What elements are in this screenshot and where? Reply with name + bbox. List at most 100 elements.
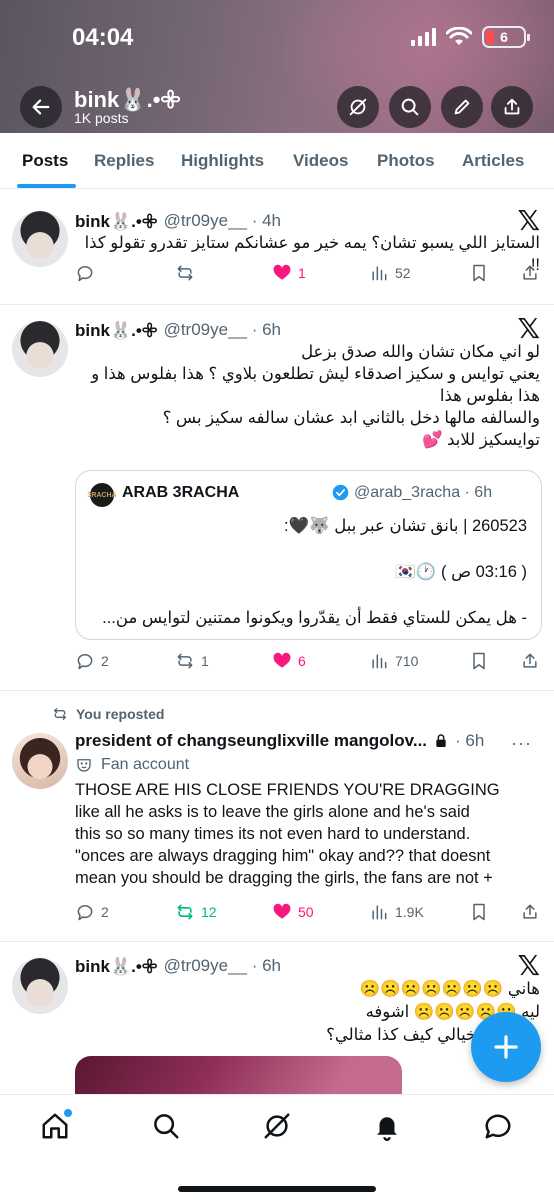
quote-text-line: 260523 | بانق تشان عبر ببل 🐺🖤: [284, 517, 527, 535]
verified-badge-icon [332, 484, 349, 501]
reply-icon [77, 905, 93, 921]
more-options-button[interactable]: ··· [511, 733, 532, 754]
avatar[interactable] [12, 958, 68, 1014]
avatar[interactable] [12, 733, 68, 789]
author-name[interactable]: president of changseunglixville mangolov… [75, 731, 427, 751]
bookmark-icon [473, 652, 485, 670]
tweet-header: bink🐰.•𖧷 @tr09ye__ · 6h [75, 954, 281, 977]
tweet[interactable]: bink🐰.•𖧷 @tr09ye__ · 4h 𝕏 الستايز اللي ي… [0, 189, 554, 305]
nav-search[interactable] [149, 1109, 183, 1143]
nav-messages[interactable] [481, 1109, 515, 1143]
share-icon [504, 98, 520, 115]
tweet-actions: 2 12 50 1.9K [75, 902, 540, 926]
quote-author-name: ARAB 3RACHA [122, 484, 240, 501]
tab-highlights[interactable]: Highlights [181, 151, 264, 171]
tab-photos[interactable]: Photos [377, 151, 435, 171]
author-name[interactable]: bink🐰.•𖧷 [75, 318, 158, 341]
share-tweet-button[interactable] [520, 902, 540, 922]
reply-count: 2 [101, 653, 109, 669]
messages-icon [485, 1114, 511, 1139]
bookmark-icon [473, 903, 485, 921]
bookmark-button[interactable] [469, 263, 489, 283]
view-count: 710 [395, 653, 419, 669]
retweet-count: 1 [201, 653, 209, 669]
quoted-tweet[interactable]: 3RACHA ARAB 3RACHA @arab_3racha · 6h 260… [75, 470, 542, 640]
reply-button[interactable]: 2 [75, 902, 109, 922]
x-logo-icon: 𝕏 [517, 313, 540, 344]
tab-posts[interactable]: Posts [22, 151, 68, 171]
badge-label: Fan account [101, 756, 190, 773]
plus-icon [494, 1035, 518, 1059]
like-count: 6 [298, 653, 306, 669]
author-name[interactable]: bink🐰.•𖧷 [75, 209, 158, 232]
notifications-icon [377, 1117, 397, 1141]
share-icon [523, 653, 537, 668]
tweet-text: لو اني مكان تشان والله صدق بزعل يعني توا… [91, 343, 540, 449]
reply-button[interactable]: 2 [75, 651, 109, 671]
battery-level: 6 [500, 29, 508, 45]
post-count: 1K posts [74, 110, 129, 126]
view-count: 1.9K [395, 904, 424, 920]
tweet[interactable]: president of changseunglixville mangolov… [0, 691, 554, 942]
views-button[interactable]: 52 [369, 263, 411, 283]
status-time: 04:04 [72, 24, 134, 51]
share-icon [523, 904, 537, 919]
retweet-button[interactable]: 12 [175, 902, 217, 922]
quote-avatar[interactable]: 3RACHA [87, 483, 117, 507]
grok-button[interactable] [337, 86, 379, 128]
avatar[interactable] [12, 321, 68, 377]
tweet-media-image[interactable] [75, 1056, 402, 1096]
author-handle: @tr09ye__ · 6h [163, 319, 282, 339]
repost-indicator: You reposted [52, 706, 164, 722]
tab-replies[interactable]: Replies [94, 151, 154, 171]
tweet-header: bink🐰.•𖧷 @tr09ye__ · 6h [75, 318, 281, 341]
bookmark-button[interactable] [469, 902, 489, 922]
views-button[interactable]: 1.9K [369, 902, 424, 922]
like-count: 1 [298, 265, 306, 281]
retweet-active-icon [177, 904, 193, 920]
grok-icon [264, 1113, 290, 1139]
back-button[interactable] [20, 86, 62, 128]
author-name[interactable]: bink🐰.•𖧷 [75, 954, 158, 977]
tweet-text-line: ليه ☹️☹️☹️☹️☹️ اشوفه [365, 1003, 540, 1021]
status-icons: 6 [411, 26, 530, 48]
retweet-count: 12 [201, 904, 217, 920]
nav-notifications[interactable] [370, 1109, 404, 1143]
repost-label-text: You reposted [76, 706, 165, 722]
heart-filled-icon [273, 652, 291, 668]
fan-mask-icon [77, 759, 91, 772]
edit-button[interactable] [441, 86, 483, 128]
lock-icon [436, 734, 446, 747]
views-button[interactable]: 710 [369, 651, 418, 671]
retweet-button[interactable] [175, 263, 195, 283]
nav-home[interactable] [38, 1109, 72, 1143]
share-button[interactable] [491, 86, 533, 128]
grok-icon [349, 98, 367, 116]
views-icon [372, 266, 387, 281]
retweet-icon [177, 653, 193, 669]
like-button[interactable]: 1 [272, 263, 306, 283]
bookmark-button[interactable] [469, 651, 489, 671]
tab-videos[interactable]: Videos [293, 151, 348, 171]
share-tweet-button[interactable] [520, 651, 540, 671]
x-logo-icon: 𝕏 [517, 950, 540, 981]
compose-button[interactable] [471, 1012, 541, 1082]
reply-button[interactable] [75, 263, 95, 283]
view-count: 52 [395, 265, 411, 281]
back-arrow-icon [32, 99, 50, 115]
share-icon [523, 265, 537, 280]
account-badge: Fan account [75, 756, 189, 774]
tweet-actions: 2 1 6 710 [75, 651, 540, 675]
search-button[interactable] [389, 86, 431, 128]
quote-text-line: - هل يمكن للستاي فقط أن يقدّروا ويكونوا … [102, 609, 527, 627]
battery-icon: 6 [482, 26, 530, 48]
avatar[interactable] [12, 211, 68, 267]
share-tweet-button[interactable] [520, 263, 540, 283]
tab-articles[interactable]: Articles [462, 151, 524, 171]
retweet-icon [54, 708, 66, 720]
retweet-button[interactable]: 1 [175, 651, 209, 671]
like-button[interactable]: 50 [272, 902, 314, 922]
like-button[interactable]: 6 [272, 651, 306, 671]
nav-grok[interactable] [260, 1109, 294, 1143]
wifi-icon [446, 27, 472, 45]
